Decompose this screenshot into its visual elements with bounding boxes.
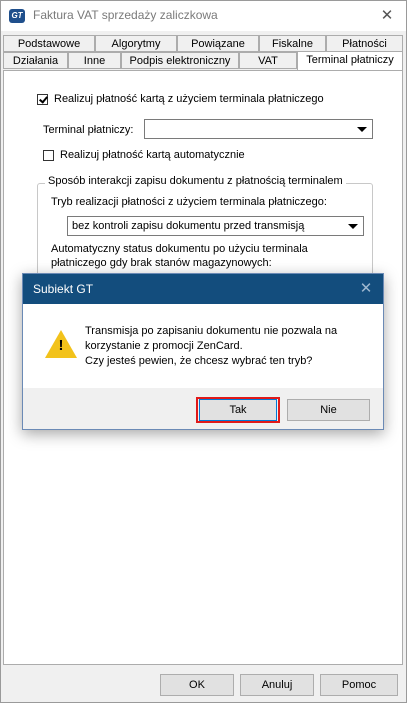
- window-titlebar: GT Faktura VAT sprzedaży zaliczkowa ✕: [1, 1, 406, 31]
- use-terminal-label: Realizuj płatność kartą z użyciem termin…: [54, 93, 324, 105]
- tab-podstawowe[interactable]: Podstawowe: [3, 35, 95, 52]
- dialog-titlebar: Subiekt GT ✕: [23, 274, 383, 304]
- mode-label: Tryb realizacji płatności z użyciem term…: [51, 196, 327, 208]
- tab-platnosci[interactable]: Płatności: [326, 35, 403, 52]
- mode-select-value: bez kontroli zapisu dokumentu przed tran…: [72, 220, 305, 232]
- app-logo-icon: GT: [9, 9, 25, 23]
- tab-podpis-elektroniczny[interactable]: Podpis elektroniczny: [121, 52, 239, 69]
- window-close-icon[interactable]: ✕: [373, 4, 401, 28]
- use-terminal-checkbox[interactable]: [37, 94, 48, 105]
- warning-exclamation: !: [58, 337, 64, 354]
- tab-vat[interactable]: VAT: [239, 52, 297, 69]
- terminal-select[interactable]: [144, 119, 373, 139]
- dialog-title: Subiekt GT: [33, 282, 94, 296]
- ok-button[interactable]: OK: [160, 674, 234, 696]
- tab-terminal-platniczy[interactable]: Terminal płatniczy: [297, 51, 403, 70]
- chevron-down-icon: [357, 127, 367, 132]
- confirm-dialog: Subiekt GT ✕ ! Transmisja po zapisaniu d…: [22, 273, 384, 430]
- window-title: Faktura VAT sprzedaży zaliczkowa: [33, 8, 218, 22]
- yes-button[interactable]: Tak: [199, 399, 277, 421]
- mode-select[interactable]: bez kontroli zapisu dokumentu przed tran…: [67, 216, 364, 236]
- auto-payment-checkbox[interactable]: [43, 150, 54, 161]
- tab-inne[interactable]: Inne: [68, 52, 121, 69]
- auto-status-label-line-1: Automatyczny status dokumentu po użyciu …: [51, 243, 308, 255]
- chevron-down-icon: [348, 224, 358, 229]
- tab-dzialania[interactable]: Działania: [3, 52, 68, 69]
- tab-fiskalne[interactable]: Fiskalne: [259, 35, 326, 52]
- auto-status-label-line-2: płatniczego gdy brak stanów magazynowych…: [51, 257, 272, 269]
- interaction-group-title: Sposób interakcji zapisu dokumentu z pła…: [45, 175, 346, 187]
- dialog-message-line-2: korzystanie z promocji ZenCard.: [85, 340, 243, 352]
- tab-powiazane[interactable]: Powiązane: [177, 35, 259, 52]
- dialog-close-icon[interactable]: ✕: [355, 278, 377, 300]
- terminal-label: Terminal płatniczy:: [43, 124, 134, 136]
- dialog-message-line-3: Czy jesteś pewien, że chcesz wybrać ten …: [85, 355, 313, 367]
- cancel-button[interactable]: Anuluj: [240, 674, 314, 696]
- dialog-footer: Tak Nie: [23, 388, 383, 429]
- dialog-message-line-1: Transmisja po zapisaniu dokumentu nie po…: [85, 325, 338, 337]
- help-button[interactable]: Pomoc: [320, 674, 398, 696]
- auto-payment-label: Realizuj płatność kartą automatycznie: [60, 149, 245, 161]
- no-button[interactable]: Nie: [287, 399, 370, 421]
- tab-algorytmy[interactable]: Algorytmy: [95, 35, 177, 52]
